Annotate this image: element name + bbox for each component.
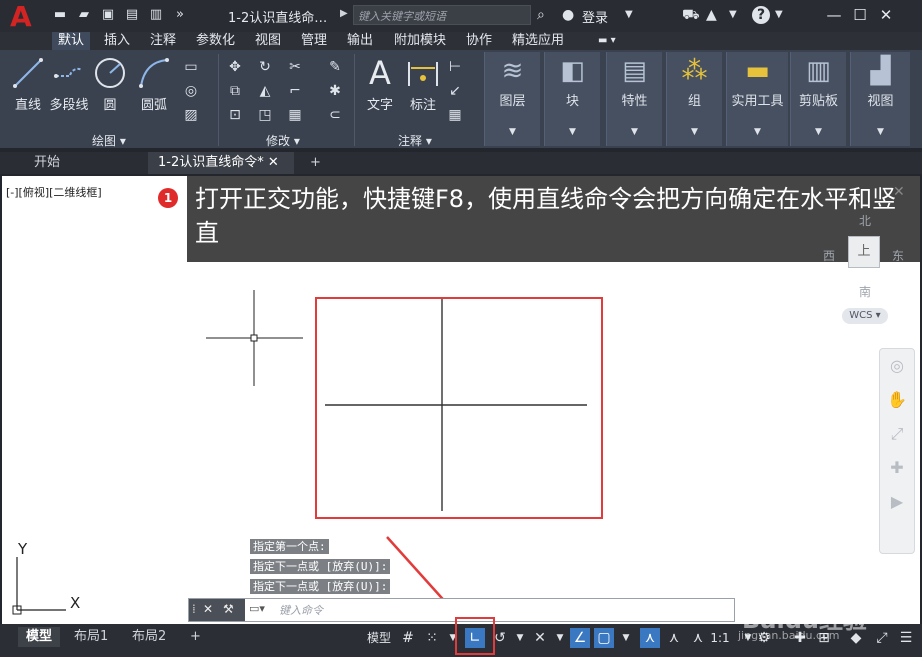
zoom-extents-icon[interactable]: ⤢ (880, 417, 914, 451)
command-input[interactable]: 键入命令 (279, 602, 323, 618)
add-layout-button[interactable]: + (182, 627, 209, 647)
crosshair-pickbox (250, 334, 258, 342)
grip-icon[interactable]: ⁞ (192, 602, 196, 616)
viewcube-top-face[interactable]: 上 (848, 236, 880, 268)
tab-model[interactable]: 模型 (18, 627, 61, 647)
watermark-url: jingyan.baidu.com (738, 629, 840, 642)
chevron-down-icon[interactable]: ▼ (550, 628, 570, 648)
chevron-down-icon[interactable]: ▼ (616, 628, 636, 648)
close-icon[interactable]: ✕ (203, 602, 213, 616)
pan-hand-icon[interactable]: ✋ (880, 383, 914, 417)
showmotion-icon[interactable]: ▶ (880, 485, 914, 519)
annotation-visibility-icon[interactable]: ⋏ (640, 628, 660, 648)
grid-icon[interactable]: # (398, 628, 418, 648)
tab-layout2[interactable]: 布局2 (124, 627, 174, 647)
scale-readout[interactable]: 1:1 (708, 628, 732, 648)
ortho-highlight-box (455, 617, 495, 655)
annotation-scale-icon[interactable]: ⋏ (688, 628, 708, 648)
customize-menu-icon[interactable]: ☰ (896, 628, 916, 648)
object-snap-icon[interactable]: ▢ (594, 628, 614, 648)
viewcube-north[interactable]: 北 (859, 212, 871, 229)
customize-wrench-icon[interactable]: ⚒ (223, 602, 234, 616)
model-space-button[interactable]: 模型 (365, 628, 393, 648)
command-history-line: 指定下一点或 [放弃(U)]: (250, 559, 391, 574)
command-history-line: 指定第一个点: (250, 539, 329, 554)
snap-icon[interactable]: ⁙ (422, 628, 442, 648)
instruction-caption: 打开正交功能，快捷键F8，使用直线命令会把方向确定在水平和竖直 (187, 176, 920, 262)
ucs-x-label: X (70, 594, 81, 612)
navigation-bar: ◎ ✋ ⤢ ✚ ▶ (879, 348, 915, 554)
highlight-box (315, 297, 603, 519)
chevron-down-icon[interactable]: ▼ (510, 628, 530, 648)
steering-wheel-icon[interactable]: ◎ (880, 349, 914, 383)
tab-layout1[interactable]: 布局1 (66, 627, 116, 647)
viewcube-west[interactable]: 西 (823, 247, 835, 264)
auto-scale-icon[interactable]: ⋏ (664, 628, 684, 648)
ucs-y-label: Y (18, 540, 28, 558)
viewcube-east[interactable]: 东 (892, 247, 904, 264)
object-snap-tracking-icon[interactable]: ∠ (570, 628, 590, 648)
viewcube-south[interactable]: 南 (859, 283, 871, 300)
wcs-label: WCS (849, 310, 873, 321)
command-prompt-icon[interactable]: ▭▾ (249, 602, 265, 615)
step-number-badge: 1 (158, 188, 178, 208)
close-icon[interactable]: ✕ (893, 184, 905, 200)
isodraft-icon[interactable]: ✕ (530, 628, 550, 648)
command-history-line: 指定下一点或 [放弃(U)]: (250, 579, 391, 594)
wcs-menu[interactable]: WCS ▾ (842, 308, 888, 324)
fullscreen-icon[interactable]: ⤢ (872, 628, 892, 648)
orbit-icon[interactable]: ✚ (880, 451, 914, 485)
command-line-controls: ⁞ ✕ ⚒ (189, 599, 245, 621)
